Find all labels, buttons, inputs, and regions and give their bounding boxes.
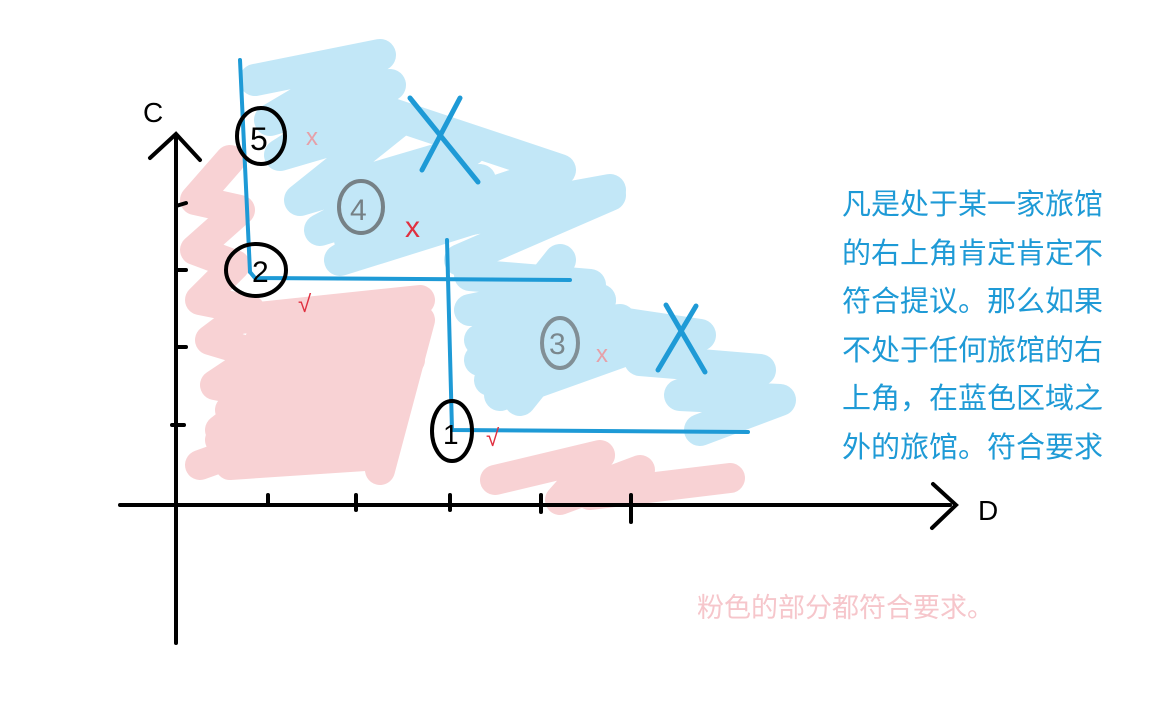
x-axis-label: D xyxy=(978,495,998,526)
note-line: 的右上角肯定肯定不 xyxy=(842,235,1104,270)
point-label: 4 xyxy=(350,194,367,227)
point-mark: x xyxy=(596,341,608,368)
point-label: 3 xyxy=(549,328,566,361)
point-label: 2 xyxy=(252,256,269,289)
point-label: 1 xyxy=(443,419,459,450)
pink-region-note: 粉色的部分都符合要求。 xyxy=(697,593,994,624)
note-line: 凡是处于某一家旅馆 xyxy=(842,187,1104,221)
point-mark: √ xyxy=(486,425,500,452)
note-line: 上角，在蓝色区域之 xyxy=(842,381,1104,415)
y-axis-label: C xyxy=(143,97,163,128)
point-mark: x xyxy=(306,124,318,151)
point-mark: √ xyxy=(298,291,312,318)
note-line: 外的旅馆。符合要求 xyxy=(842,429,1104,464)
point-label: 5 xyxy=(250,121,268,157)
note-line: 符合提议。那么如果 xyxy=(842,284,1104,318)
point-mark: x xyxy=(405,211,420,244)
explanation-note: 凡是处于某一家旅馆 的右上角肯定肯定不 符合提议。那么如果 不处于任何旅馆的右 … xyxy=(842,180,1142,471)
note-line: 不处于任何旅馆的右 xyxy=(842,332,1104,367)
